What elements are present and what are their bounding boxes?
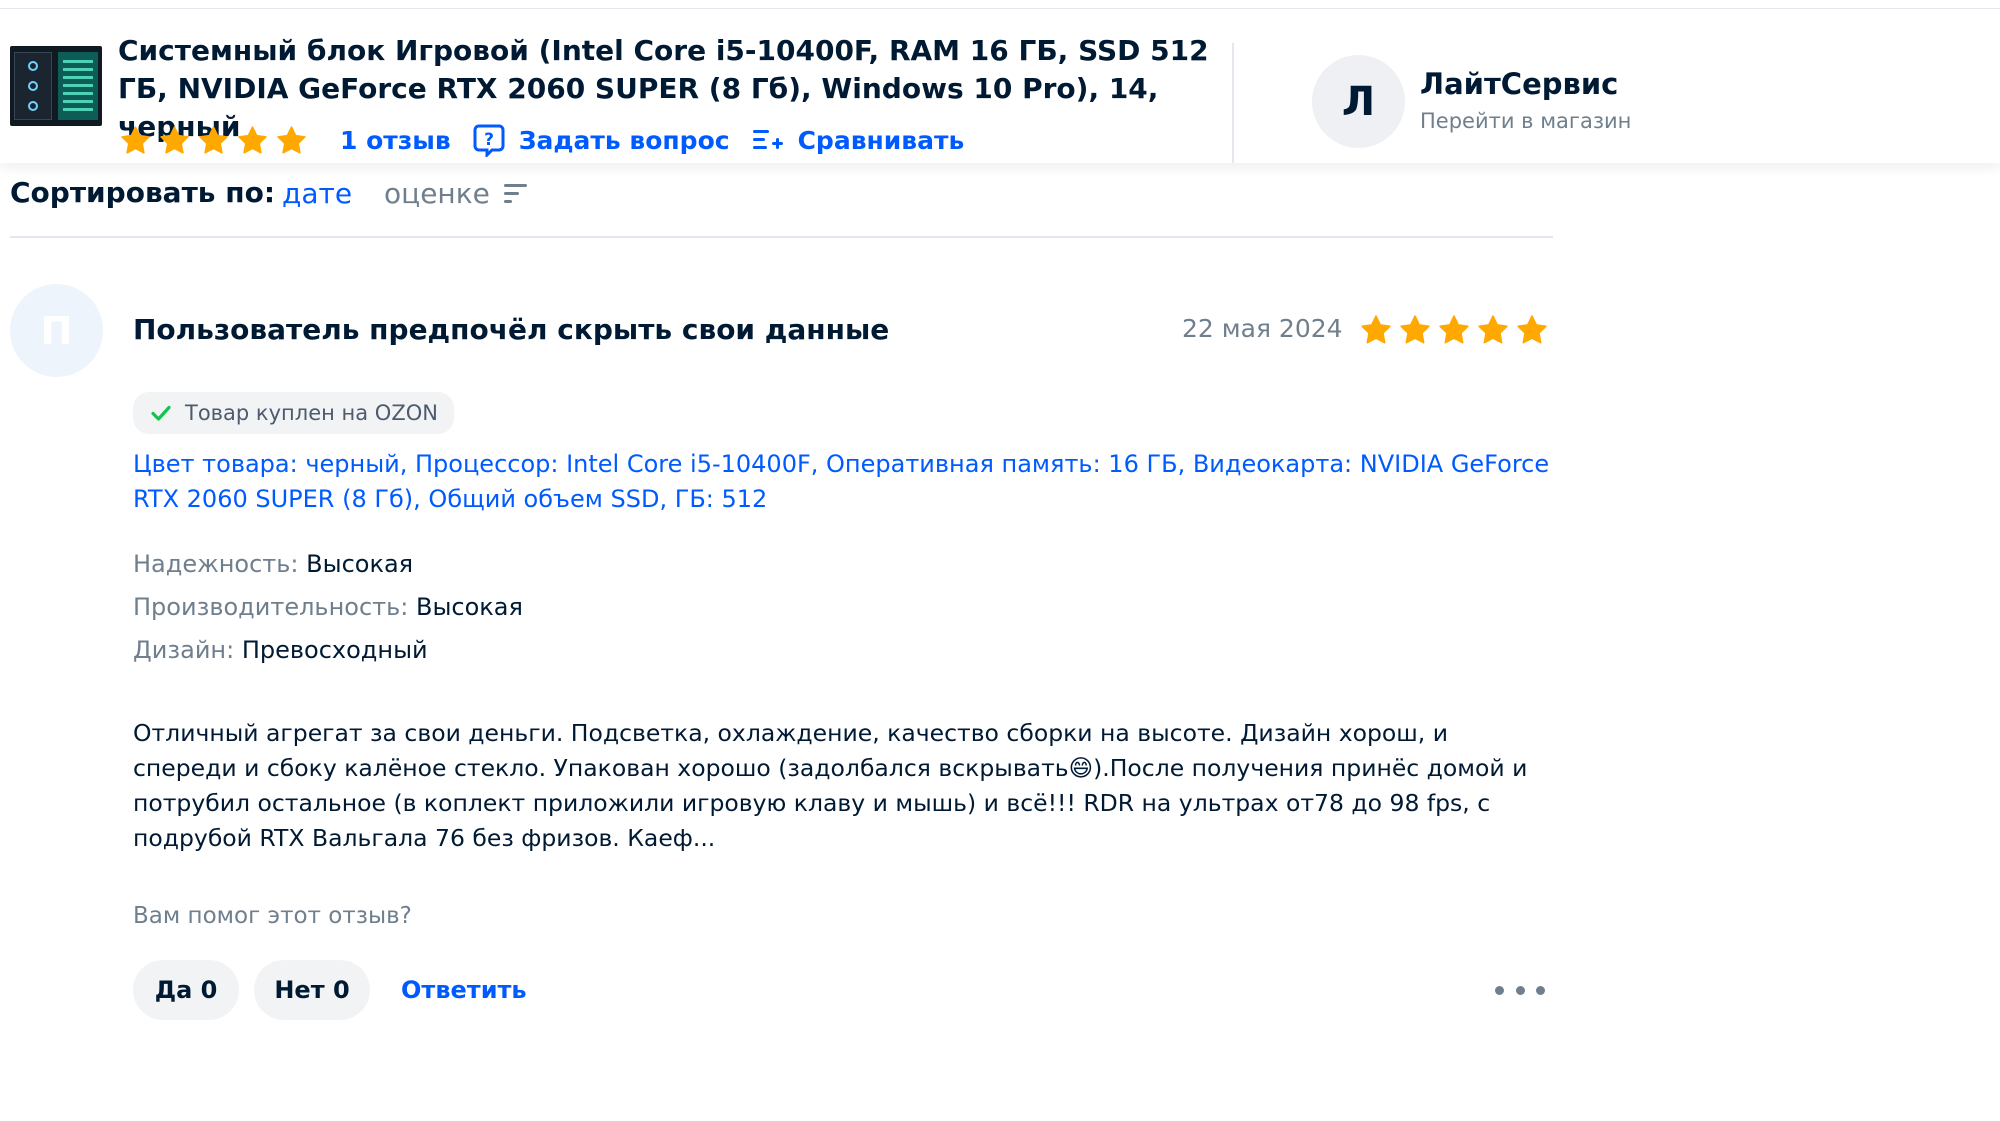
seller-avatar[interactable]: Л bbox=[1312, 55, 1405, 148]
check-icon bbox=[151, 405, 171, 421]
go-to-store-link[interactable]: Перейти в магазин bbox=[1420, 109, 1631, 133]
sort-by-rating-label: оценке bbox=[384, 177, 490, 210]
star-icon bbox=[1361, 315, 1391, 344]
attribute-design: Дизайн: Превосходный bbox=[133, 636, 428, 664]
fan-icon bbox=[28, 61, 38, 71]
seller-name[interactable]: ЛайтСервис bbox=[1420, 67, 1618, 101]
star-icon bbox=[1478, 315, 1508, 344]
attribute-key: Дизайн: bbox=[133, 636, 235, 664]
helpful-yes-button[interactable]: Да 0 bbox=[133, 960, 239, 1020]
star-icon bbox=[121, 125, 150, 154]
review-rating-stars bbox=[1360, 314, 1555, 346]
sort-icon bbox=[503, 183, 527, 203]
attribute-value: Высокая bbox=[306, 550, 414, 578]
ask-question-link[interactable]: ? Задать вопрос bbox=[473, 123, 730, 157]
fan-icon bbox=[28, 101, 38, 111]
star-icon bbox=[160, 125, 189, 154]
sort-by-date[interactable]: дате bbox=[282, 177, 352, 210]
compare-label: Сравнивать bbox=[797, 125, 965, 155]
star-icon bbox=[1439, 315, 1469, 344]
star-icon bbox=[1517, 315, 1547, 344]
compare-list-icon bbox=[752, 130, 783, 149]
star-icon bbox=[199, 125, 228, 154]
attribute-reliability: Надежность: Высокая bbox=[133, 550, 413, 578]
reviewer-avatar: П bbox=[10, 284, 103, 377]
header-divider bbox=[1232, 43, 1234, 163]
product-rating-stars bbox=[120, 125, 315, 156]
sort-by-rating[interactable]: оценке bbox=[384, 177, 528, 210]
dot-icon bbox=[1536, 985, 1545, 995]
product-thumbnail[interactable] bbox=[10, 46, 102, 126]
thumbnail-panel bbox=[58, 52, 98, 120]
product-actions: 1 отзыв ? Задать вопрос Сравнивать bbox=[120, 122, 964, 158]
purchase-badge-label: Товар куплен на OZON bbox=[185, 401, 438, 425]
sort-label: Сортировать по: bbox=[10, 176, 276, 209]
helpful-question: Вам помог этот отзыв? bbox=[133, 903, 412, 929]
helpful-no-button[interactable]: Нет 0 bbox=[254, 960, 370, 1020]
dot-icon bbox=[1515, 985, 1525, 995]
attribute-value: Превосходный bbox=[241, 636, 428, 664]
reviews-count-link[interactable]: 1 отзыв bbox=[340, 126, 451, 155]
attribute-key: Производительность: bbox=[133, 593, 409, 621]
purchase-badge: Товар куплен на OZON bbox=[133, 392, 454, 434]
star-icon bbox=[238, 125, 267, 154]
attribute-key: Надежность: bbox=[133, 550, 299, 578]
sort-divider bbox=[10, 236, 1553, 238]
review-date: 22 мая 2024 bbox=[1182, 314, 1343, 343]
attribute-value: Высокая bbox=[416, 593, 523, 621]
reply-button[interactable]: Ответить bbox=[401, 976, 527, 1004]
dot-icon bbox=[1495, 985, 1504, 995]
reviewer-name: Пользователь предпочёл скрыть свои данны… bbox=[133, 313, 890, 346]
compare-link[interactable]: Сравнивать bbox=[752, 125, 965, 155]
svg-text:?: ? bbox=[484, 130, 494, 150]
thumbnail-case bbox=[14, 52, 52, 120]
question-bubble-icon: ? bbox=[473, 124, 505, 157]
fan-icon bbox=[28, 81, 38, 91]
attribute-performance: Производительность: Высокая bbox=[133, 593, 523, 621]
product-variant-link[interactable]: Цвет товара: черный, Процессор: Intel Co… bbox=[133, 447, 1553, 517]
star-icon bbox=[277, 125, 306, 154]
top-border bbox=[0, 0, 2000, 9]
more-options-button[interactable] bbox=[1495, 980, 1545, 1000]
product-header: Системный блок Игровой (Intel Core i5-10… bbox=[0, 9, 2000, 163]
review-text: Отличный агрегат за свои деньги. Подсвет… bbox=[133, 719, 1528, 852]
ask-question-label: Задать вопрос bbox=[518, 125, 730, 155]
star-icon bbox=[1400, 315, 1430, 344]
